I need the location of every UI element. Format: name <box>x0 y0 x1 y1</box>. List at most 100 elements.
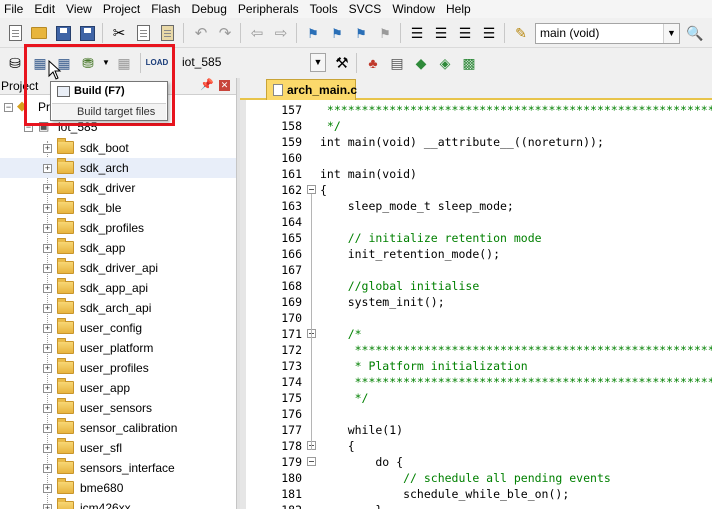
save-icon[interactable] <box>52 22 74 44</box>
bookmark-clear-icon[interactable]: ⚑ <box>374 22 396 44</box>
comment-icon[interactable]: ☰ <box>454 22 476 44</box>
tree-group-user-config[interactable]: + user_config <box>0 318 236 338</box>
expand-icon[interactable]: + <box>43 144 52 153</box>
expand-icon[interactable]: + <box>43 204 52 213</box>
menu-window[interactable]: Window <box>388 0 442 18</box>
tree-group-user-platform[interactable]: + user_platform <box>0 338 236 358</box>
menu-project[interactable]: Project <box>99 0 147 18</box>
new-file-icon[interactable] <box>4 22 26 44</box>
indent-icon[interactable]: ☰ <box>406 22 428 44</box>
target-options-icon[interactable]: ⚒ <box>331 52 353 74</box>
find-in-files-icon[interactable]: ✎ <box>510 22 532 44</box>
code-editor[interactable]: 157 ************************************… <box>240 100 712 509</box>
fold-collapse-icon[interactable] <box>307 185 316 194</box>
toolbar-separator <box>504 23 505 43</box>
menu-tools[interactable]: Tools <box>306 0 345 18</box>
tree-group-user-profiles[interactable]: + user_profiles <box>0 358 236 378</box>
tree-group-label: sdk_arch_api <box>80 301 152 315</box>
expand-icon[interactable]: + <box>43 264 52 273</box>
tree-group-sensors-interface[interactable]: + sensors_interface <box>0 458 236 478</box>
pack-installer-icon[interactable]: ◆ <box>410 52 432 74</box>
expand-icon[interactable]: + <box>43 424 52 433</box>
bookmark-next-icon[interactable]: ⚑ <box>350 22 372 44</box>
undo-icon[interactable]: ↶ <box>190 22 212 44</box>
navigate-back-icon[interactable]: ⇦ <box>246 22 268 44</box>
menu-view[interactable]: View <box>62 0 99 18</box>
line-number: 158 <box>281 119 302 133</box>
redo-icon[interactable]: ↷ <box>214 22 236 44</box>
tree-group-user-app[interactable]: + user_app <box>0 378 236 398</box>
tree-group-sdk-arch-api[interactable]: + sdk_arch_api <box>0 298 236 318</box>
unindent-icon[interactable]: ☰ <box>430 22 452 44</box>
code-text: // initialize retention mode <box>320 231 542 245</box>
close-icon[interactable]: ✕ <box>219 80 230 91</box>
find-icon[interactable]: 🔍 <box>684 22 706 44</box>
copy-icon[interactable] <box>132 22 154 44</box>
expand-icon[interactable]: + <box>43 304 52 313</box>
expand-icon[interactable]: + <box>43 324 52 333</box>
uncomment-icon[interactable]: ☰ <box>478 22 500 44</box>
paste-icon[interactable] <box>156 22 178 44</box>
tree-group-icm426xx[interactable]: + icm426xx <box>0 498 236 509</box>
manage-project-items-icon[interactable]: ♣ <box>362 52 384 74</box>
build-icon <box>57 85 70 97</box>
open-file-icon[interactable] <box>28 22 50 44</box>
expand-icon[interactable]: + <box>43 484 52 493</box>
menu-edit[interactable]: Edit <box>30 0 62 18</box>
function-combo[interactable]: main (void) ▼ <box>535 23 680 44</box>
tree-group-user-sensors[interactable]: + user_sensors <box>0 398 236 418</box>
fold-collapse-icon[interactable] <box>307 457 316 466</box>
expand-icon[interactable]: + <box>43 344 52 353</box>
expand-icon[interactable]: + <box>43 364 52 373</box>
menu-debug[interactable]: Debug <box>188 0 234 18</box>
file-extensions-icon[interactable]: ▤ <box>386 52 408 74</box>
tree-group-sdk-boot[interactable]: + sdk_boot <box>0 138 236 158</box>
tree-group-sdk-driver[interactable]: + sdk_driver <box>0 178 236 198</box>
tree-group-sdk-arch[interactable]: + sdk_arch <box>0 158 236 178</box>
chevron-down-icon[interactable]: ▼ <box>310 53 326 72</box>
navigate-forward-icon[interactable]: ⇨ <box>270 22 292 44</box>
manage-rte-icon[interactable]: ▩ <box>458 52 480 74</box>
tab-arch-main-c[interactable]: arch_main.c <box>266 79 357 100</box>
bookmark-toggle-icon[interactable]: ⚑ <box>302 22 324 44</box>
menu-peripherals[interactable]: Peripherals <box>234 0 306 18</box>
translate-icon[interactable]: ⛁ <box>4 52 26 74</box>
tree-group-sdk-profiles[interactable]: + sdk_profiles <box>0 218 236 238</box>
cut-icon[interactable]: ✂ <box>108 22 130 44</box>
tree-group-bme680[interactable]: + bme680 <box>0 478 236 498</box>
expand-icon[interactable]: + <box>43 444 52 453</box>
tree-group-sdk-app[interactable]: + sdk_app <box>0 238 236 258</box>
expand-icon[interactable]: + <box>43 384 52 393</box>
menu-flash[interactable]: Flash <box>147 0 187 18</box>
tree-group-sdk-app-api[interactable]: + sdk_app_api <box>0 278 236 298</box>
expand-icon[interactable]: + <box>43 284 52 293</box>
expand-icon[interactable]: + <box>43 404 52 413</box>
target-combo[interactable]: iot_585 ▼ <box>178 53 326 74</box>
menu-file[interactable]: File <box>0 0 30 18</box>
expand-icon[interactable]: + <box>43 224 52 233</box>
toolbar-separator <box>356 53 357 73</box>
tree-group-user-sfl[interactable]: + user_sfl <box>0 438 236 458</box>
tree-group-sensor-calibration[interactable]: + sensor_calibration <box>0 418 236 438</box>
expand-icon[interactable]: + <box>43 244 52 253</box>
menu-help[interactable]: Help <box>442 0 478 18</box>
expand-icon[interactable]: + <box>43 184 52 193</box>
expand-icon[interactable]: + <box>43 504 52 509</box>
line-number: 173 <box>281 359 302 373</box>
toolbar-separator <box>240 23 241 43</box>
pin-icon[interactable]: 📌 <box>200 78 214 91</box>
expand-icon[interactable]: + <box>43 464 52 473</box>
tree-group-sdk-driver-api[interactable]: + sdk_driver_api <box>0 258 236 278</box>
folder-icon <box>57 418 74 434</box>
chevron-down-icon[interactable]: ▼ <box>663 24 679 43</box>
menu-svcs[interactable]: SVCS <box>345 0 389 18</box>
bookmark-prev-icon[interactable]: ⚑ <box>326 22 348 44</box>
save-all-icon[interactable] <box>76 22 98 44</box>
select-software-packs-icon[interactable]: ◈ <box>434 52 456 74</box>
code-text: * Platform initialization <box>320 359 528 373</box>
line-number: 163 <box>281 199 302 213</box>
code-text: { <box>320 439 355 453</box>
tree-group-sdk-ble[interactable]: + sdk_ble <box>0 198 236 218</box>
expand-icon[interactable]: + <box>43 164 52 173</box>
collapse-icon[interactable]: − <box>4 103 13 112</box>
